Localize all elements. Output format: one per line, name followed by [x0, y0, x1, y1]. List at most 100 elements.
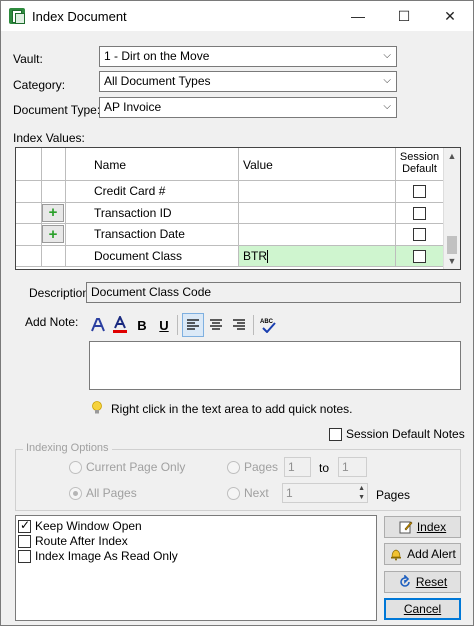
title-bar: Index Document — ☐ ✕ [1, 1, 473, 31]
index-document-window: Index Document — ☐ ✕ Vault: 1 - Dirt on … [0, 0, 474, 626]
svg-text:ABC: ABC [260, 319, 274, 325]
note-textarea[interactable] [89, 341, 461, 390]
grid-row-blank [16, 181, 42, 203]
index-button-label: Index [416, 520, 447, 534]
option-label: Route After Index [35, 534, 128, 548]
index-button[interactable]: Index [384, 516, 461, 538]
next-pages-label: Next [244, 486, 269, 500]
grid-header-value: Value [239, 148, 396, 181]
text-caret [267, 249, 268, 263]
font-icon[interactable] [87, 313, 109, 337]
description-label: Description: [29, 286, 93, 300]
grid-row-blank [16, 224, 42, 246]
add-value-plus-icon[interactable]: + [42, 225, 64, 243]
vault-value: 1 - Dirt on the Move [104, 49, 210, 63]
grid-row-session-default-cell [396, 202, 444, 224]
font-color-icon[interactable] [109, 313, 131, 337]
lightbulb-icon [91, 401, 103, 415]
grid-row-name: Credit Card # [66, 181, 239, 203]
pages-to-field[interactable]: 1 [338, 457, 367, 477]
option-checkbox[interactable] [18, 518, 31, 533]
reset-button[interactable]: Reset [384, 571, 461, 593]
grid-row-value[interactable] [239, 181, 396, 203]
document-type-label: Document Type: [13, 103, 101, 117]
option-row[interactable]: Keep Window Open [18, 518, 358, 534]
grid-header-blank [42, 148, 66, 181]
add-alert-button[interactable]: Add Alert [384, 543, 461, 565]
session-default-notes-label: Session Default Notes [346, 427, 465, 441]
next-pages-radio[interactable] [227, 487, 240, 500]
align-center-icon[interactable] [205, 313, 227, 337]
session-default-checkbox[interactable] [413, 228, 426, 241]
grid-row-action-cell: + [42, 224, 66, 246]
vault-label: Vault: [13, 52, 43, 66]
vault-select[interactable]: 1 - Dirt on the Move ⌵ [99, 46, 397, 67]
scroll-thumb[interactable] [447, 236, 457, 254]
cancel-button[interactable]: Cancel [384, 598, 461, 620]
reset-button-label: Reset [415, 575, 448, 589]
session-default-checkbox[interactable] [413, 249, 426, 263]
grid-row-session-default-cell [396, 181, 444, 203]
grid-row-name: Transaction ID [66, 202, 239, 224]
option-checkbox[interactable] [18, 550, 31, 563]
session-default-checkbox[interactable] [413, 185, 426, 198]
scroll-down-icon[interactable]: ▼ [444, 253, 460, 269]
add-value-plus-icon[interactable]: + [42, 203, 64, 222]
grid-row-action-cell [42, 181, 66, 203]
pages-from-field[interactable]: 1 [284, 457, 311, 477]
grid-row-blank [16, 245, 42, 267]
pages-range-label: Pages [244, 460, 279, 474]
alert-bell-icon [389, 547, 403, 561]
index-values-label: Index Values: [13, 131, 85, 145]
maximize-button[interactable]: ☐ [381, 1, 427, 31]
session-default-checkbox[interactable] [413, 206, 426, 220]
index-pencil-icon [399, 520, 413, 534]
grid-scrollbar[interactable]: ▲ ▼ [443, 148, 460, 269]
next-pages-value: 1 [286, 486, 293, 500]
chevron-down-icon: ⌵ [383, 101, 391, 112]
align-right-icon[interactable] [228, 313, 250, 337]
description-field: Document Class Code [86, 282, 461, 303]
grid-row-session-default-cell [396, 224, 444, 246]
minimize-button[interactable]: — [335, 1, 381, 31]
toolbar-divider [253, 315, 254, 335]
grid-header-session-default: Session Default [396, 148, 444, 181]
document-type-select[interactable]: AP Invoice ⌵ [99, 97, 397, 118]
option-label: Keep Window Open [35, 519, 142, 533]
stepper-arrows-icon[interactable]: ▲ ▼ [358, 484, 365, 502]
grid-row-value[interactable]: BTR [239, 245, 396, 267]
index-options-list: Keep Window Open Route After Index Index… [15, 515, 377, 621]
scroll-up-icon[interactable]: ▲ [444, 148, 460, 164]
category-label: Category: [13, 78, 66, 92]
spellcheck-icon[interactable]: ABC [257, 313, 279, 337]
grid-row-name: Document Class [66, 245, 239, 267]
pages-range-radio[interactable] [227, 461, 240, 474]
all-pages-radio[interactable] [69, 487, 82, 500]
align-left-icon[interactable] [182, 313, 204, 337]
document-type-value: AP Invoice [104, 100, 162, 114]
add-note-label: Add Note: [25, 315, 79, 329]
grid-row-value[interactable] [239, 202, 396, 224]
app-document-icon [9, 8, 25, 24]
indexing-options-legend: Indexing Options [23, 442, 112, 454]
grid-row-blank [16, 202, 42, 224]
bold-button[interactable]: B [131, 313, 153, 337]
option-row[interactable]: Index Image As Read Only [18, 549, 358, 564]
current-page-only-radio[interactable] [69, 461, 82, 474]
grid-row-value[interactable] [239, 224, 396, 246]
grid-header-blank [16, 148, 42, 181]
option-checkbox[interactable] [18, 535, 31, 548]
all-pages-label: All Pages [86, 486, 137, 500]
category-select[interactable]: All Document Types ⌵ [99, 71, 397, 92]
next-pages-stepper[interactable]: 1 ▲ ▼ [282, 483, 368, 503]
option-row[interactable]: Route After Index [18, 534, 358, 549]
cancel-button-label: Cancel [403, 602, 442, 616]
underline-button[interactable]: U [153, 313, 175, 337]
chevron-down-icon: ⌵ [383, 75, 391, 86]
toolbar-divider [177, 315, 178, 335]
session-default-notes-checkbox[interactable] [329, 428, 342, 441]
grid-row-action-cell: + [42, 202, 66, 224]
pages-suffix-label: Pages [376, 488, 411, 502]
close-button[interactable]: ✕ [427, 1, 473, 31]
pages-to-label: to [319, 461, 330, 475]
